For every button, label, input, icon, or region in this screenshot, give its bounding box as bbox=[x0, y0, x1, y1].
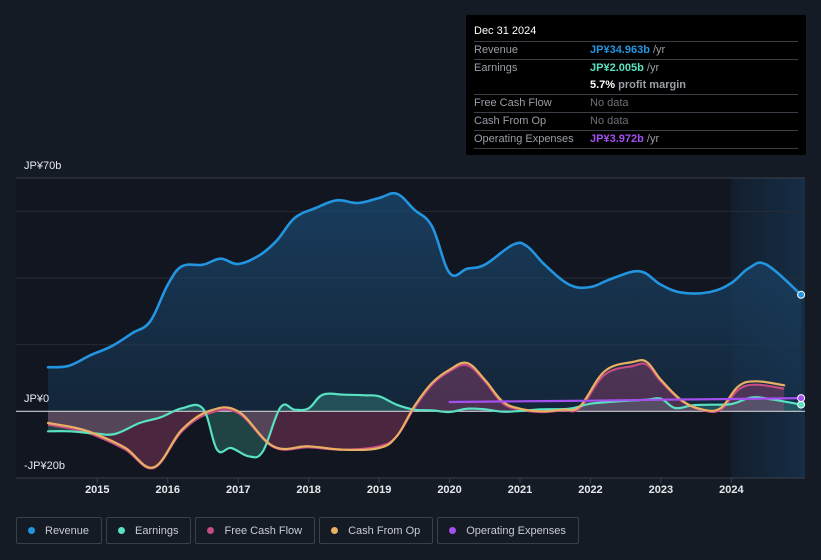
x-tick-label: 2019 bbox=[366, 484, 392, 496]
x-tick-label: 2017 bbox=[225, 484, 251, 496]
legend-label: Operating Expenses bbox=[466, 524, 566, 537]
legend-label: Revenue bbox=[45, 524, 90, 537]
legend-dot-icon bbox=[207, 527, 215, 534]
x-tick-label: 2024 bbox=[719, 484, 744, 496]
tooltip-row: Operating Expenses JP¥3.972b /yr bbox=[474, 131, 798, 149]
tooltip-row-value: JP¥3.972b /yr bbox=[590, 133, 660, 145]
y-tick-label-zero: JP¥0 bbox=[24, 393, 50, 405]
revenue-endpoint[interactable] bbox=[797, 290, 806, 299]
y-tick-label-bottom: -JP¥20b bbox=[24, 460, 65, 472]
legend-dot-icon bbox=[118, 527, 126, 534]
legend-item-revenue[interactable]: Revenue bbox=[16, 517, 103, 544]
legend-label: Cash From Op bbox=[348, 524, 421, 537]
legend-item-operating-expenses[interactable]: Operating Expenses bbox=[437, 517, 579, 544]
legend-item-earnings[interactable]: Earnings bbox=[106, 517, 192, 544]
tooltip-panel: Dec 31 2024 Revenue JP¥34.963b /yr Earning… bbox=[466, 15, 806, 155]
legend-dot-icon bbox=[449, 527, 457, 534]
tooltip-row-label: Earnings bbox=[474, 62, 518, 74]
earnings-endpoint[interactable] bbox=[797, 400, 806, 409]
tooltip-row: Revenue JP¥34.963b /yr bbox=[474, 42, 798, 60]
legend-item-cash-from-op[interactable]: Cash From Op bbox=[319, 517, 434, 544]
x-tick-label: 2016 bbox=[155, 484, 180, 496]
tooltip-date: Dec 31 2024 bbox=[474, 23, 798, 42]
tooltip-row-value: 5.7% profit margin bbox=[590, 79, 686, 91]
tooltip-row-label: Cash From Op bbox=[474, 115, 547, 127]
legend-dot-icon bbox=[331, 527, 339, 534]
operating-expenses-endpoint[interactable] bbox=[797, 394, 806, 403]
tooltip-row-value: No data bbox=[590, 97, 629, 109]
legend-label: Free Cash Flow bbox=[224, 524, 303, 537]
tooltip-row-value: JP¥2.005b /yr bbox=[590, 62, 660, 74]
tooltip-row-label: Revenue bbox=[474, 44, 519, 56]
tooltip-row-label: Operating Expenses bbox=[474, 133, 574, 145]
x-axis-ticks bbox=[96, 478, 732, 483]
tooltip-row: Free Cash Flow No data bbox=[474, 95, 798, 113]
legend-item-free-cash-flow[interactable]: Free Cash Flow bbox=[195, 517, 316, 544]
x-tick-label: 2020 bbox=[437, 484, 462, 496]
legend-label: Earnings bbox=[135, 524, 179, 537]
tooltip-row-label: Free Cash Flow bbox=[474, 97, 552, 109]
tooltip-row-label bbox=[474, 77, 590, 94]
tooltip-row: 5.7% profit margin bbox=[474, 77, 798, 95]
tooltip-row: Earnings JP¥2.005b /yr bbox=[474, 60, 798, 77]
tooltip-row: Cash From Op No data bbox=[474, 113, 798, 131]
x-tick-label: 2023 bbox=[648, 484, 674, 496]
tooltip-row-value: JP¥34.963b /yr bbox=[590, 44, 666, 56]
x-tick-label: 2022 bbox=[578, 484, 603, 496]
legend-dot-icon bbox=[28, 527, 35, 534]
x-tick-label: 2021 bbox=[507, 484, 533, 496]
x-tick-label: 2015 bbox=[85, 484, 110, 496]
legend: Revenue Earnings Free Cash Flow Cash From O… bbox=[16, 517, 579, 544]
x-tick-label: 2018 bbox=[296, 484, 321, 496]
tooltip-row-value: No data bbox=[590, 115, 629, 127]
y-tick-label-top: JP¥70b bbox=[24, 160, 62, 172]
